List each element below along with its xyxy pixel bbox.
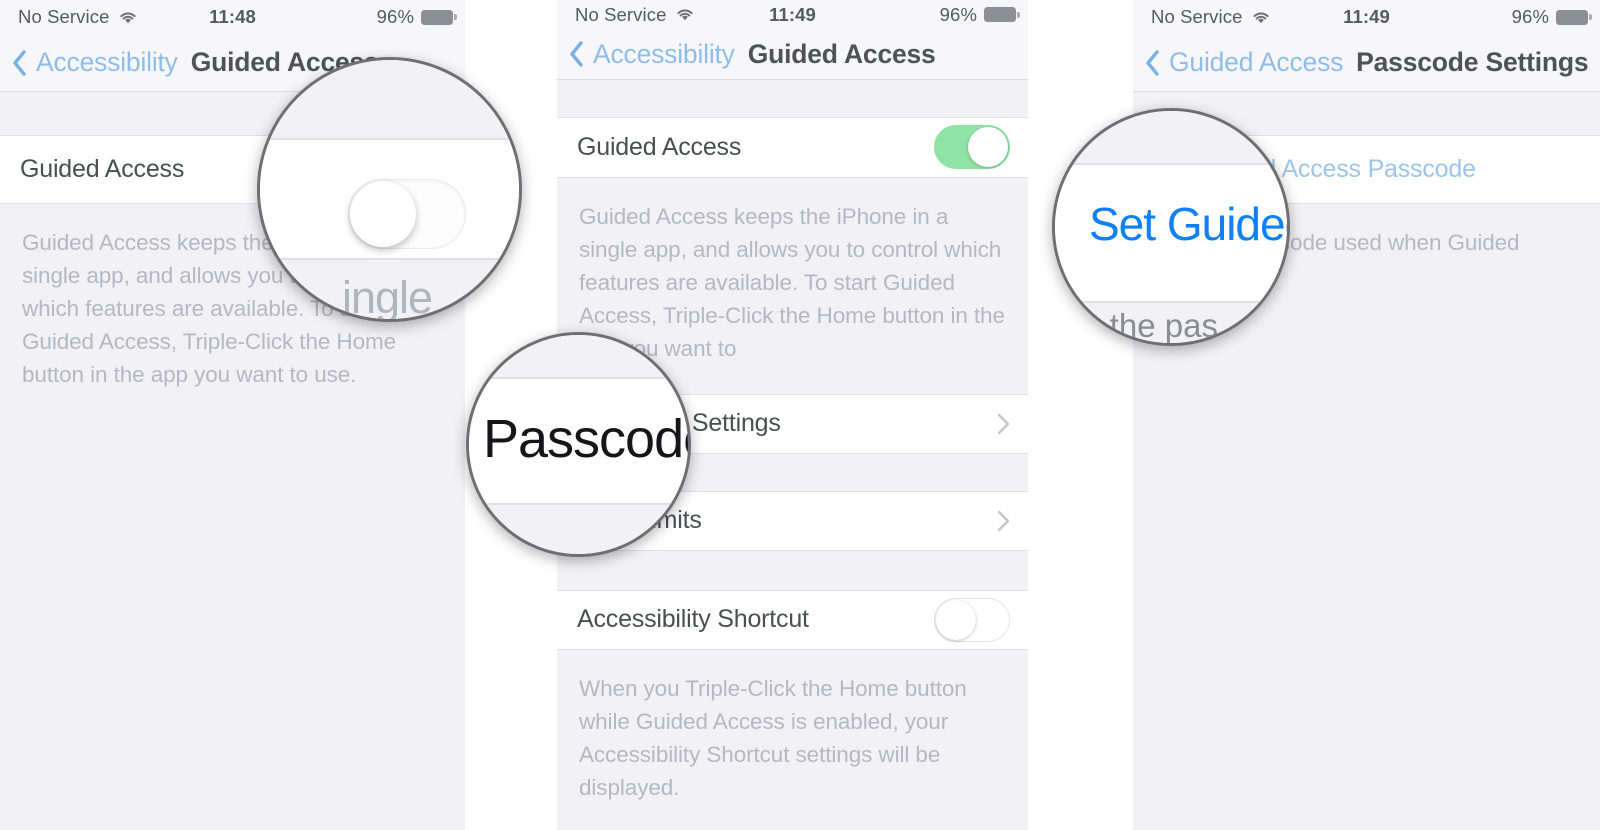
battery-percent-label: 96% bbox=[939, 3, 977, 25]
back-button-label[interactable]: Accessibility bbox=[593, 39, 735, 70]
status-bar: No Service 11:49 96% bbox=[557, 0, 1028, 30]
chevron-left-icon[interactable] bbox=[1145, 49, 1160, 76]
back-button-label[interactable]: Accessibility bbox=[36, 47, 178, 78]
set-guided-loupe: Set Guided et the pas bbox=[1052, 108, 1290, 346]
status-right: 96% bbox=[939, 3, 1020, 26]
nav-bar: Accessibility Guided Access bbox=[557, 29, 1028, 81]
status-right: 96% bbox=[376, 6, 457, 28]
loupe-secondary-text: et the pas bbox=[1073, 307, 1218, 344]
accessibility-shortcut-description: When you Triple-Click the Home button wh… bbox=[557, 649, 1028, 830]
panel-filler bbox=[0, 417, 465, 830]
status-right: 96% bbox=[1511, 6, 1592, 28]
accessibility-shortcut-row[interactable]: Accessibility Shortcut bbox=[557, 590, 1028, 650]
guided-access-label: Guided Access bbox=[577, 132, 742, 161]
page-title: Passcode Settings bbox=[1356, 47, 1589, 77]
chevron-left-icon[interactable] bbox=[12, 49, 27, 76]
loupe-text: Passcode bbox=[483, 409, 691, 469]
section-gap bbox=[557, 550, 1028, 591]
battery-icon bbox=[1556, 9, 1592, 25]
status-bar: No Service 11:49 96% bbox=[1133, 0, 1600, 34]
guided-access-row[interactable]: Guided Access bbox=[557, 118, 1028, 178]
chevron-left-icon[interactable] bbox=[569, 41, 584, 67]
battery-percent-label: 96% bbox=[1511, 6, 1549, 27]
screenshot-stage: No Service 11:48 96% Accessibility Guide… bbox=[0, 0, 1600, 830]
chevron-right-icon bbox=[997, 510, 1010, 531]
battery-icon bbox=[421, 9, 457, 25]
loupe-text: ingle bbox=[342, 272, 433, 322]
magnified-guided-access-toggle[interactable] bbox=[348, 179, 466, 249]
chevron-right-icon bbox=[997, 413, 1010, 435]
section-gap bbox=[557, 80, 1028, 119]
panel-filler bbox=[1133, 318, 1600, 830]
back-button-label[interactable]: Guided Access bbox=[1169, 47, 1343, 78]
guided-access-toggle[interactable] bbox=[934, 125, 1010, 170]
toggle-off-loupe: ingle bbox=[257, 57, 522, 322]
battery-icon bbox=[984, 7, 1020, 23]
passcode-loupe: Passcode bbox=[466, 332, 691, 557]
page-title: Guided Access bbox=[747, 38, 936, 69]
nav-bar: Guided Access Passcode Settings bbox=[1133, 34, 1600, 92]
battery-percent-label: 96% bbox=[376, 6, 414, 27]
loupe-text: Set Guided bbox=[1089, 198, 1290, 250]
accessibility-shortcut-toggle[interactable] bbox=[934, 597, 1010, 642]
status-bar: No Service 11:48 96% bbox=[0, 0, 465, 34]
accessibility-shortcut-label: Accessibility Shortcut bbox=[577, 605, 809, 634]
